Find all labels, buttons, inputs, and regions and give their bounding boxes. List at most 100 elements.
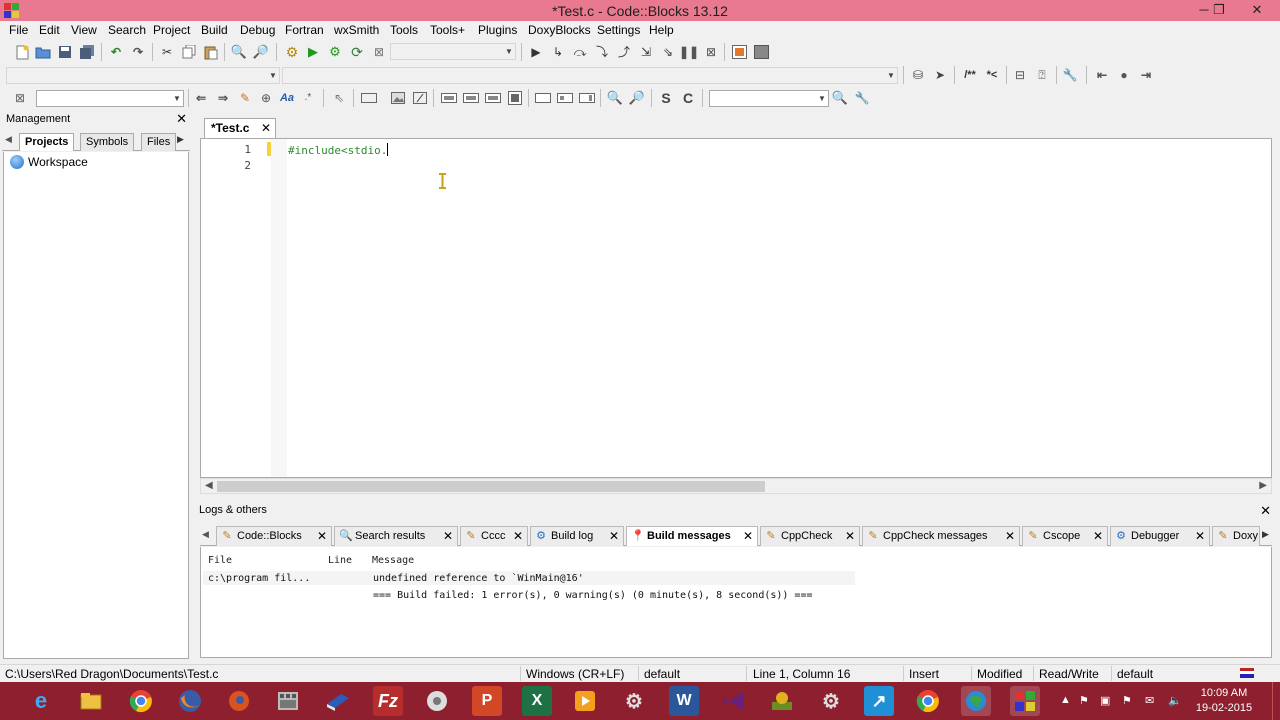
tab-projects[interactable]: Projects [19, 133, 75, 151]
tab-doxy[interactable]: ✎ Doxy [1212, 526, 1260, 546]
line-comment-button[interactable]: *< [982, 67, 1002, 83]
replace-icon[interactable]: 🔎 [253, 44, 269, 60]
chrome-icon[interactable] [913, 686, 943, 716]
firefox-icon[interactable] [175, 686, 205, 716]
block-comment-button[interactable]: /** [960, 67, 980, 83]
message-text[interactable]: === Build failed: 1 error(s), 0 warning(… [373, 590, 813, 601]
doxy-html-icon[interactable]: ⊟ [1012, 67, 1028, 83]
menu-view[interactable]: View [71, 23, 97, 37]
scroll-thumb[interactable] [217, 481, 765, 492]
run-to-cursor-icon[interactable]: ↳ [550, 44, 566, 60]
tab-cccc[interactable]: ✎ Cccc ✕ [460, 526, 528, 546]
language-flag-icon[interactable] [1240, 668, 1254, 678]
build-messages-list[interactable]: File Line Message c:\program fil... unde… [200, 547, 1272, 658]
tab-files[interactable]: Files [141, 133, 177, 151]
zoom-in-icon[interactable]: 🔍 [607, 90, 623, 106]
menu-help[interactable]: Help [649, 23, 674, 37]
close-tab-icon[interactable]: ✕ [1093, 527, 1103, 545]
filezilla-icon[interactable]: Fz [373, 686, 403, 716]
tray-flag-icon[interactable]: ⚑ [1079, 694, 1089, 707]
step-instruction-icon[interactable]: ⇘ [660, 44, 676, 60]
tab-build-log[interactable]: ⚙ Build log ✕ [530, 526, 624, 546]
widget-frame-icon[interactable] [361, 90, 377, 106]
tab-debugger[interactable]: ⚙ Debugger ✕ [1110, 526, 1210, 546]
clear-icon[interactable]: ⊠ [12, 90, 28, 106]
firefox-dev-icon[interactable] [224, 686, 254, 716]
calculator-icon[interactable]: ⚙ [816, 686, 846, 716]
debug-info-icon[interactable] [753, 44, 769, 60]
codeblocks-icon[interactable] [1010, 686, 1040, 716]
widget-panel-icon[interactable] [507, 90, 523, 106]
menu-debug[interactable]: Debug [240, 23, 275, 37]
workspace-node[interactable]: Workspace [10, 155, 88, 169]
chrome-icon[interactable] [126, 686, 156, 716]
next-bookmark-icon[interactable]: ⇥ [1138, 67, 1154, 83]
close-tab-icon[interactable]: ✕ [261, 119, 271, 137]
menu-build[interactable]: Build [201, 23, 228, 37]
excel-icon[interactable]: X [522, 686, 552, 716]
run-icon[interactable]: ▶ [305, 44, 321, 60]
prev-bookmark-icon[interactable]: ⇤ [1094, 67, 1110, 83]
search-text-select[interactable]: ▼ [36, 90, 184, 107]
stop-debug-icon[interactable]: ⊠ [703, 44, 719, 60]
tab-build-messages[interactable]: 📍 Build messages ✕ [626, 526, 758, 546]
column-header-message[interactable]: Message [372, 555, 414, 566]
close-logs-icon[interactable]: ✕ [1260, 503, 1271, 519]
scope-select[interactable]: ▼ [6, 67, 280, 84]
menu-project[interactable]: Project [153, 23, 190, 37]
tray-power-icon[interactable]: ⚑ [1122, 694, 1132, 707]
widget-listbox-icon[interactable] [485, 90, 501, 106]
menu-tools-plus[interactable]: Tools+ [430, 23, 465, 37]
widget-button-icon[interactable] [535, 90, 551, 106]
save-all-icon[interactable] [79, 44, 95, 60]
back-icon[interactable]: ⇐ [193, 90, 209, 106]
tab-cscope[interactable]: ✎ Cscope ✕ [1022, 526, 1108, 546]
abort-icon[interactable]: ⊠ [371, 44, 387, 60]
message-file[interactable]: c:\program fil... [208, 573, 310, 584]
step-out-icon[interactable]: ⤴ [616, 44, 632, 60]
close-tab-icon[interactable]: ✕ [443, 527, 453, 545]
globe-app-icon[interactable] [961, 686, 991, 716]
regex-icon[interactable]: .* [300, 90, 316, 106]
message-text[interactable]: undefined reference to `WinMain@16' [373, 573, 584, 584]
zoom-out-icon[interactable]: 🔎 [629, 90, 645, 106]
close-tab-icon[interactable]: ✕ [743, 527, 753, 545]
close-tab-icon[interactable]: ✕ [1005, 527, 1015, 545]
widget-spin-icon[interactable] [579, 90, 595, 106]
build-and-run-icon[interactable]: ⚙ [327, 44, 343, 60]
menu-wxsmith[interactable]: wxSmith [334, 23, 379, 37]
arrow-app-icon[interactable]: ↗ [864, 686, 894, 716]
font-icon[interactable]: Aa [279, 90, 295, 106]
c-icon[interactable]: C [680, 90, 696, 106]
scroll-right-icon[interactable]: ▶ [1259, 479, 1267, 493]
toggle-bookmark-icon[interactable]: ● [1116, 67, 1132, 83]
close-tab-icon[interactable]: ✕ [1195, 527, 1205, 545]
close-window-button[interactable]: ✕ [1240, 0, 1274, 20]
visual-studio-book-icon[interactable] [323, 686, 353, 716]
undo-icon[interactable]: ↶ [108, 44, 124, 60]
tabs-scroll-right-icon[interactable]: ▶ [177, 134, 184, 145]
tab-cppcheck[interactable]: ✎ CppCheck ✕ [760, 526, 860, 546]
file-explorer-icon[interactable] [76, 686, 106, 716]
tool-app-icon[interactable] [422, 686, 452, 716]
powerpoint-icon[interactable]: P [472, 686, 502, 716]
widget-combobox-icon[interactable] [463, 90, 479, 106]
taskbar-clock[interactable]: 10:09 AM 19-02-2015 [1194, 686, 1254, 716]
media-player-icon[interactable] [570, 686, 600, 716]
symbol-icon[interactable]: ⊕ [258, 90, 274, 106]
doxy-wizard-icon[interactable]: ⛁ [910, 67, 926, 83]
s-icon[interactable]: S [658, 90, 674, 106]
restore-button[interactable]: ❐ [1205, 0, 1233, 20]
pointer-icon[interactable]: ⇖ [331, 90, 347, 106]
pause-icon[interactable]: ❚❚ [679, 44, 699, 60]
utility-icon[interactable]: ⚙ [619, 686, 649, 716]
build-target-select[interactable]: ▼ [390, 43, 516, 60]
menu-doxyblocks[interactable]: DoxyBlocks [528, 23, 591, 37]
codeblocks-gear-icon[interactable] [767, 686, 797, 716]
tray-action-center-icon[interactable]: ✉ [1145, 694, 1154, 707]
close-tab-icon[interactable]: ✕ [513, 527, 523, 545]
doxy-config-icon[interactable]: 🔧 [1062, 67, 1078, 83]
copy-icon[interactable] [181, 44, 197, 60]
debug-start-icon[interactable]: ▶ [528, 44, 544, 60]
tray-overflow-icon[interactable]: ▲ [1060, 694, 1071, 706]
